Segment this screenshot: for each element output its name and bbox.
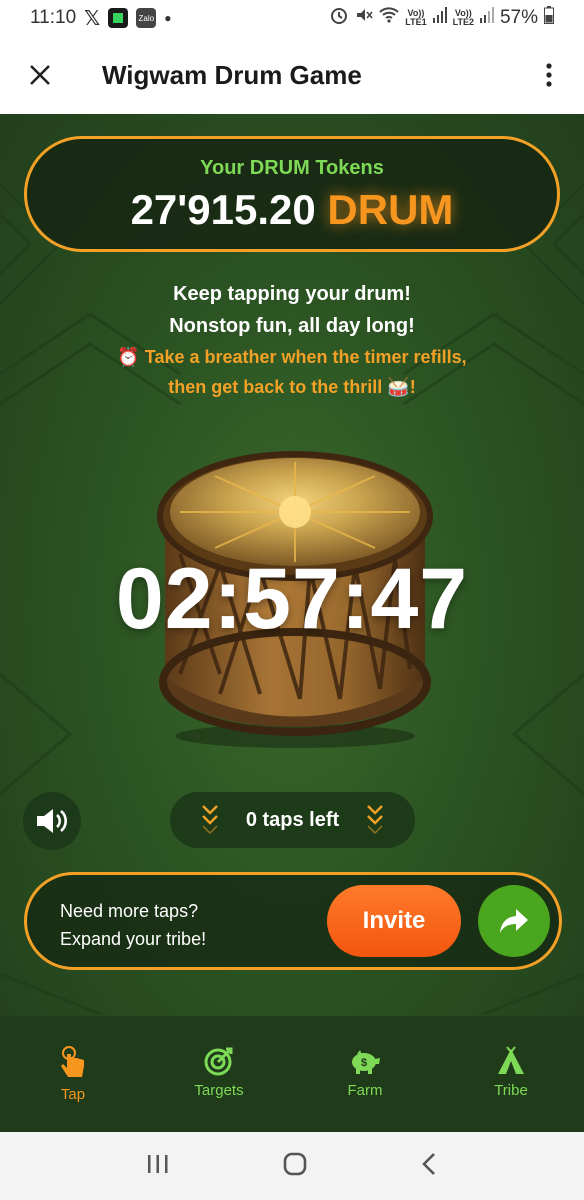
chevrons-down-icon	[367, 805, 383, 835]
back-icon	[422, 1152, 435, 1175]
nav-tap-label: Tap	[60, 1086, 86, 1103]
invite-prompt: Need more taps? Expand your tribe!	[60, 897, 206, 953]
alarm-icon	[329, 5, 349, 31]
battery-icon	[544, 6, 554, 30]
tent-icon	[498, 1046, 524, 1074]
x-app-icon: 𝕏	[84, 7, 101, 30]
recent-apps-button[interactable]	[146, 1153, 170, 1180]
back-button[interactable]	[420, 1152, 438, 1181]
close-button[interactable]	[0, 36, 80, 114]
sim2-label: Vo)) LTE2	[452, 8, 474, 27]
message-line-2: Nonstop fun, all day long!	[169, 315, 415, 337]
invite-button[interactable]: Invite	[327, 885, 461, 957]
signal2-icon	[479, 7, 494, 29]
more-vertical-icon	[546, 63, 552, 87]
message-line-4: then get back to the thrill 🥁!	[168, 377, 416, 397]
system-navigation-bar	[0, 1132, 584, 1200]
piggy-bank-icon: $	[352, 1050, 380, 1074]
status-bar: 11:10 𝕏 Zalo ● Vo)) LTE1 Vo)) LTE2 57%	[0, 0, 584, 36]
refill-timer: 02:57:47	[115, 551, 469, 647]
game-app-icon	[108, 8, 129, 28]
share-button[interactable]	[478, 885, 550, 957]
token-balance-label: Your DRUM Tokens	[200, 157, 384, 179]
speaker-icon	[37, 809, 67, 833]
nav-tribe[interactable]: Tribe	[438, 1016, 584, 1132]
nav-tribe-label: Tribe	[494, 1082, 528, 1099]
message-line-1: Keep tapping your drum!	[173, 283, 411, 305]
battery-percent: 57%	[499, 7, 538, 28]
more-menu-button[interactable]	[514, 36, 584, 114]
target-icon	[204, 1047, 233, 1076]
wifi-icon	[379, 6, 399, 30]
app-header: Wigwam Drum Game	[0, 36, 584, 114]
taps-left-indicator: 0 taps left	[170, 792, 415, 848]
taps-left-text: 0 taps left	[245, 808, 340, 831]
bottom-navigation: Tap Targets $ Farm Tribe	[0, 1016, 584, 1132]
nav-farm[interactable]: $ Farm	[292, 1016, 438, 1132]
home-icon	[283, 1152, 307, 1175]
game-screen: Your DRUM Tokens 27'915.20 DRUM Keep tap…	[0, 114, 584, 1016]
token-balance-card: Your DRUM Tokens 27'915.20 DRUM	[24, 136, 560, 252]
notification-dot-icon: ●	[164, 11, 172, 25]
chevrons-down-icon	[202, 805, 218, 835]
nav-targets-label: Targets	[194, 1082, 244, 1099]
signal1-icon	[432, 7, 447, 29]
status-time: 11:10	[30, 7, 77, 28]
home-button[interactable]	[282, 1151, 308, 1182]
invite-card: Need more taps? Expand your tribe! Invit…	[24, 872, 562, 970]
nav-tap[interactable]: Tap	[0, 1016, 146, 1132]
page-title: Wigwam Drum Game	[102, 59, 362, 90]
share-arrow-icon	[500, 909, 528, 933]
invite-line-1: Need more taps?	[60, 901, 199, 921]
token-amount: 27'915.20	[130, 186, 316, 233]
mute-icon	[355, 6, 373, 30]
token-balance-value: 27'915.20 DRUM	[27, 186, 557, 234]
message-line-3: ⏰ Take a breather when the timer refills…	[117, 347, 467, 367]
nav-targets[interactable]: Targets	[146, 1016, 292, 1132]
sound-toggle-button[interactable]	[23, 792, 81, 850]
invite-line-2: Expand your tribe!	[60, 929, 207, 949]
sim1-label: Vo)) LTE1	[405, 8, 427, 27]
nav-farm-label: Farm	[347, 1082, 383, 1099]
token-unit: DRUM	[327, 186, 454, 233]
recent-apps-icon	[148, 1154, 168, 1173]
tap-hand-icon	[61, 1046, 84, 1077]
encouragement-text: Keep tapping your drum! Nonstop fun, all…	[0, 278, 584, 342]
close-icon	[30, 65, 50, 85]
zalo-app-icon: Zalo	[136, 8, 157, 28]
timer-hint-text: ⏰ Take a breather when the timer refills…	[0, 342, 584, 402]
svg-text:$: $	[361, 1057, 367, 1069]
